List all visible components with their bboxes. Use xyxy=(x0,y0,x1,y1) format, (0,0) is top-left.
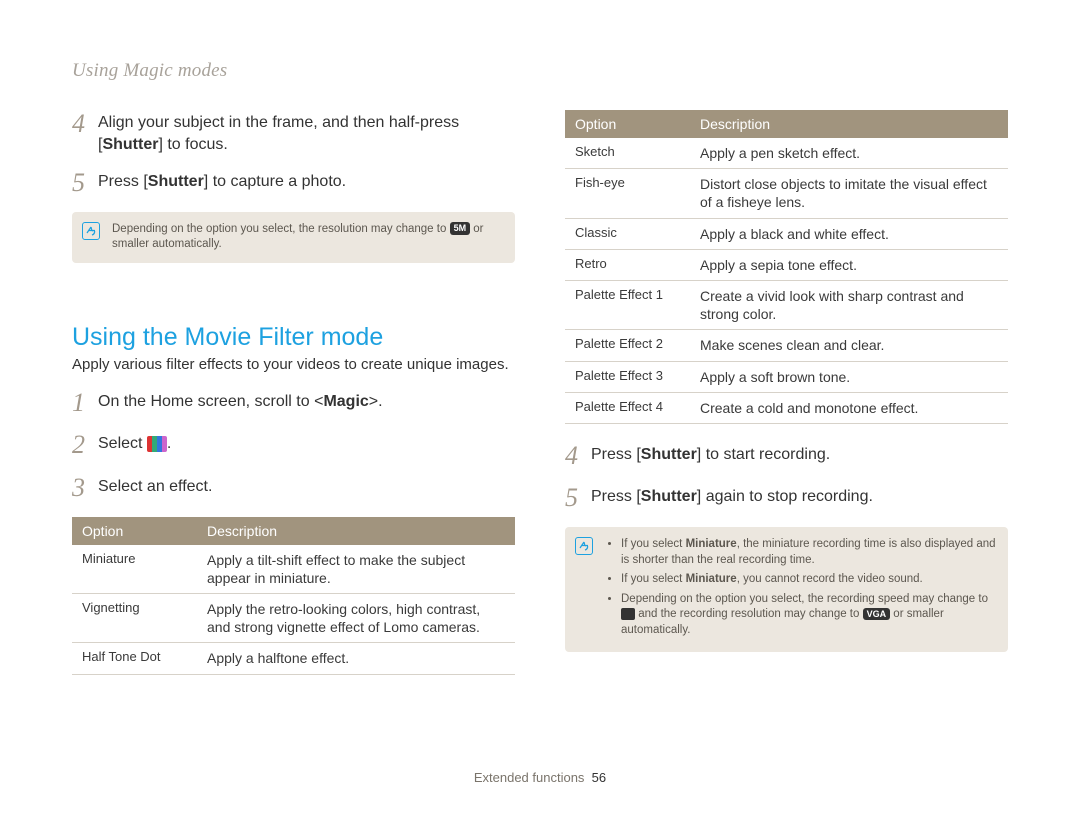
table-header-option: Option xyxy=(565,110,690,138)
cell-description: Create a vivid look with sharp contrast … xyxy=(690,280,1008,329)
note-icon xyxy=(575,537,593,555)
note-item: If you select Miniature, the miniature r… xyxy=(621,537,996,568)
cell-option: Fish-eye xyxy=(565,169,690,218)
cell-option: Vignetting xyxy=(72,593,197,642)
step: 5Press [Shutter] again to stop recording… xyxy=(565,484,1008,513)
page-header: Using Magic modes xyxy=(72,60,1008,82)
cell-option: Palette Effect 1 xyxy=(565,280,690,329)
cell-option: Sketch xyxy=(565,138,690,169)
cell-description: Make scenes clean and clear. xyxy=(690,330,1008,361)
note-miniature: If you select Miniature, the miniature r… xyxy=(565,527,1008,652)
note-item: Depending on the option you select, the … xyxy=(621,592,996,639)
step-number: 5 xyxy=(72,169,98,198)
badge-5m-icon: 5M xyxy=(450,222,471,235)
step: 3Select an effect. xyxy=(72,474,515,503)
note-resolution: Depending on the option you select, the … xyxy=(72,212,515,263)
section-subtitle: Apply various filter effects to your vid… xyxy=(72,356,515,373)
cell-description: Apply a pen sketch effect. xyxy=(690,138,1008,169)
step: 4Press [Shutter] to start recording. xyxy=(565,442,1008,471)
table-row: Palette Effect 4Create a cold and monoto… xyxy=(565,392,1008,423)
table-header-description: Description xyxy=(197,517,515,545)
cell-description: Apply a halftone effect. xyxy=(197,643,515,674)
table-row: MiniatureApply a tilt-shift effect to ma… xyxy=(72,545,515,594)
note-icon xyxy=(82,222,100,240)
cell-description: Apply a sepia tone effect. xyxy=(690,249,1008,280)
step-number: 1 xyxy=(72,389,98,418)
options-table-left: Option Description MiniatureApply a tilt… xyxy=(72,517,515,675)
step-number: 3 xyxy=(72,474,98,503)
table-row: Palette Effect 3Apply a soft brown tone. xyxy=(565,361,1008,392)
section-title: Using the Movie Filter mode xyxy=(72,323,515,352)
step-number: 2 xyxy=(72,431,98,460)
right-column: Option Description SketchApply a pen ske… xyxy=(565,110,1008,675)
table-header-description: Description xyxy=(690,110,1008,138)
note-list: If you select Miniature, the miniature r… xyxy=(605,537,996,638)
cell-description: Apply a tilt-shift effect to make the su… xyxy=(197,545,515,594)
cell-description: Apply a black and white effect. xyxy=(690,218,1008,249)
cell-option: Palette Effect 2 xyxy=(565,330,690,361)
table-row: SketchApply a pen sketch effect. xyxy=(565,138,1008,169)
table-row: Palette Effect 1Create a vivid look with… xyxy=(565,280,1008,329)
cell-option: Half Tone Dot xyxy=(72,643,197,674)
page-footer: Extended functions 56 xyxy=(0,770,1080,785)
cell-option: Miniature xyxy=(72,545,197,594)
step-5: 5 Press [Shutter] to capture a photo. xyxy=(72,169,515,198)
table-row: Fish-eyeDistort close objects to imitate… xyxy=(565,169,1008,218)
step-number: 4 xyxy=(72,110,98,155)
cell-description: Create a cold and monotone effect. xyxy=(690,392,1008,423)
step-4: 4 Align your subject in the frame, and t… xyxy=(72,110,515,155)
table-row: VignettingApply the retro-looking colors… xyxy=(72,593,515,642)
step-number: 4 xyxy=(565,442,591,471)
step: 1On the Home screen, scroll to <Magic>. xyxy=(72,389,515,418)
left-column: 4 Align your subject in the frame, and t… xyxy=(72,110,515,675)
cell-option: Palette Effect 3 xyxy=(565,361,690,392)
cell-option: Classic xyxy=(565,218,690,249)
step-number: 5 xyxy=(565,484,591,513)
table-row: Palette Effect 2Make scenes clean and cl… xyxy=(565,330,1008,361)
cell-description: Apply the retro-looking colors, high con… xyxy=(197,593,515,642)
cell-option: Retro xyxy=(565,249,690,280)
cell-option: Palette Effect 4 xyxy=(565,392,690,423)
cell-description: Distort close objects to imitate the vis… xyxy=(690,169,1008,218)
table-row: Half Tone DotApply a halftone effect. xyxy=(72,643,515,674)
note-item: If you select Miniature, you cannot reco… xyxy=(621,572,996,588)
cell-description: Apply a soft brown tone. xyxy=(690,361,1008,392)
step: 2Select . xyxy=(72,431,515,460)
options-table-right: Option Description SketchApply a pen ske… xyxy=(565,110,1008,424)
table-row: RetroApply a sepia tone effect. xyxy=(565,249,1008,280)
table-row: ClassicApply a black and white effect. xyxy=(565,218,1008,249)
table-header-option: Option xyxy=(72,517,197,545)
